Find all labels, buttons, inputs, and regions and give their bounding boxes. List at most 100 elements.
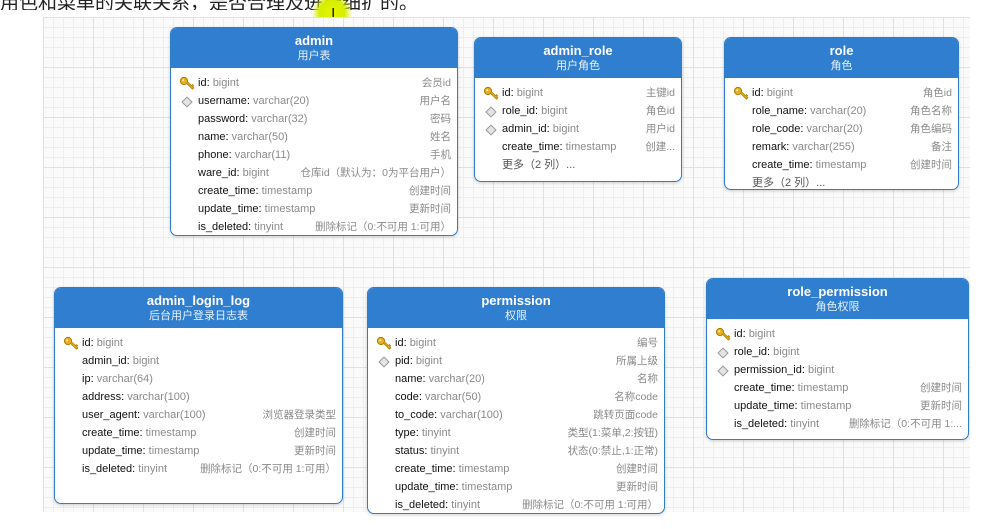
field-row[interactable]: is_deleted: tinyint 删除标记（0:不可用 1:可用）	[368, 496, 664, 513]
field-row[interactable]: ip: varchar(64)	[55, 370, 342, 388]
field-row[interactable]: id: bigint 角色id	[725, 84, 958, 102]
entity-name: admin_login_log	[146, 293, 251, 308]
field-type: bigint	[132, 355, 160, 367]
field-row[interactable]: phone: varchar(11) 手机	[171, 146, 457, 164]
field-row[interactable]: role_name: varchar(20) 角色名称	[725, 102, 958, 120]
field-row[interactable]: ware_id: bigint 仓库id（默认为：0为平台用户）	[171, 164, 457, 182]
field-name: is_deleted	[198, 221, 249, 233]
field-row[interactable]: role_id: bigint 角色id	[475, 102, 681, 120]
field-row[interactable]: create_time: timestamp 创建时间	[55, 424, 342, 442]
field-list: id: bigint 编号 pid: bigint 所属上级 name: varchar…	[368, 328, 664, 513]
field-row[interactable]: type: tinyint 类型(1:菜单,2:按钮)	[368, 424, 664, 442]
field-row[interactable]: admin_id: bigint	[55, 352, 342, 370]
field-row[interactable]: role_id: bigint	[707, 343, 968, 361]
field-row[interactable]: is_deleted: tinyint 删除标记（0:不可用 1:可用）	[55, 460, 342, 478]
field-name: pid	[395, 355, 410, 367]
field-type: varchar(11)	[234, 149, 291, 161]
field-name: create_time	[82, 427, 140, 439]
index-icon	[378, 356, 390, 368]
field-row[interactable]: id: bigint	[55, 334, 342, 352]
entity-permission[interactable]: permission 权限 id: bigint 编号 pid: bigint 所属上级 n…	[367, 287, 665, 514]
field-type: bigint	[552, 123, 580, 135]
field-comment: 角色名称	[910, 105, 952, 117]
entity-header[interactable]: role_permission 角色权限	[707, 279, 968, 319]
field-comment: 删除标记（0:不可用 1:可用）	[522, 499, 658, 511]
entity-admin-login-log[interactable]: admin_login_log 后台用户登录日志表 id: bigint admin_…	[54, 287, 343, 504]
field-comment: 创建时间	[920, 382, 962, 394]
entity-role-permission[interactable]: role_permission 角色权限 id: bigint role_id: bi…	[706, 278, 969, 440]
field-row[interactable]: id: bigint	[707, 325, 968, 343]
field-type: timestamp	[800, 400, 852, 412]
field-row[interactable]: id: bigint 主键id	[475, 84, 681, 102]
field-row[interactable]: update_time: timestamp 更新时间	[707, 397, 968, 415]
field-row[interactable]: id: bigint 编号	[368, 334, 664, 352]
field-row[interactable]: code: varchar(50) 名称code	[368, 388, 664, 406]
entity-header[interactable]: admin_login_log 后台用户登录日志表	[55, 288, 342, 328]
index-icon	[717, 347, 729, 359]
entity-name: admin_role	[543, 43, 613, 58]
field-comment: 用户id	[645, 123, 675, 135]
field-type: tinyint	[451, 499, 481, 511]
entity-role[interactable]: role 角色 id: bigint 角色id role_name: varchar(2…	[724, 37, 959, 190]
field-comment: 删除标记（0:不可用 1:可用）	[315, 221, 451, 233]
field-comment: 更新时间	[616, 481, 658, 493]
field-row[interactable]: user_agent: varchar(100) 浏览器登录类型	[55, 406, 342, 424]
field-row[interactable]: admin_id: bigint 用户id	[475, 120, 681, 138]
entity-admin[interactable]: admin 用户表 id: bigint 会员id username: varchar(…	[170, 27, 458, 236]
entity-header[interactable]: admin_role 用户角色	[475, 38, 681, 78]
field-comment: 删除标记（0:不可用 1:可用）	[200, 463, 336, 475]
field-row[interactable]: permission_id: bigint	[707, 361, 968, 379]
field-type: timestamp	[458, 463, 510, 475]
field-name: type	[395, 427, 416, 439]
more-columns-link[interactable]: 更多（2 列）...	[725, 174, 958, 189]
field-name: name	[395, 373, 423, 385]
primary-key-icon	[483, 86, 499, 100]
field-row[interactable]: create_time: timestamp 创建时间	[368, 460, 664, 478]
field-row[interactable]: status: tinyint 状态(0:禁止,1:正常)	[368, 442, 664, 460]
primary-key-icon	[179, 76, 195, 90]
more-columns-link[interactable]: 更多（2 列）...	[475, 156, 681, 174]
field-type: timestamp	[815, 159, 867, 171]
field-name: create_time	[198, 185, 256, 197]
entity-header[interactable]: role 角色	[725, 38, 958, 78]
field-comment: 创建...	[645, 141, 675, 153]
field-row[interactable]: id: bigint 会员id	[171, 74, 457, 92]
field-row[interactable]: role_code: varchar(20) 角色编码	[725, 120, 958, 138]
field-row[interactable]: is_deleted: tinyint 删除标记（0:不可用 1:...	[707, 415, 968, 433]
field-row[interactable]: pid: bigint 所属上级	[368, 352, 664, 370]
field-row[interactable]: is_deleted: tinyint 删除标记（0:不可用 1:可用）	[171, 218, 457, 235]
entity-header[interactable]: permission 权限	[368, 288, 664, 328]
field-comment: 手机	[430, 149, 451, 161]
index-icon	[181, 96, 193, 108]
field-row[interactable]: password: varchar(32) 密码	[171, 110, 457, 128]
field-row[interactable]: update_time: timestamp 更新时间	[368, 478, 664, 496]
field-type: timestamp	[148, 445, 200, 457]
primary-key-icon	[63, 336, 79, 350]
field-row[interactable]: name: varchar(20) 名称	[368, 370, 664, 388]
field-row[interactable]: remark: varchar(255) 备注	[725, 138, 958, 156]
primary-key-icon	[733, 86, 749, 100]
field-name: create_time	[734, 382, 792, 394]
field-row[interactable]: update_time: timestamp 更新时间	[55, 442, 342, 460]
field-row[interactable]: username: varchar(20) 用户名	[171, 92, 457, 110]
entity-header[interactable]: admin 用户表	[171, 28, 457, 68]
entity-admin-role[interactable]: admin_role 用户角色 id: bigint 主键id role_id: big…	[474, 37, 682, 182]
field-type: bigint	[409, 337, 436, 349]
field-type: timestamp	[145, 427, 197, 439]
field-row[interactable]: address: varchar(100)	[55, 388, 342, 406]
entity-name: admin	[294, 33, 334, 48]
field-row[interactable]: update_time: timestamp 更新时间	[171, 200, 457, 218]
field-row[interactable]: create_time: timestamp 创建...	[475, 138, 681, 156]
field-comment: 角色id	[645, 105, 675, 117]
entity-comment: 角色	[830, 60, 853, 72]
field-name: permission_id	[734, 364, 802, 376]
field-name: remark	[752, 141, 787, 153]
field-row[interactable]: create_time: timestamp 创建时间	[707, 379, 968, 397]
field-row[interactable]: create_time: timestamp 创建时间	[725, 156, 958, 174]
field-comment: 跳转页面code	[593, 409, 658, 421]
field-row[interactable]: create_time: timestamp 创建时间	[171, 182, 457, 200]
field-type: timestamp	[797, 382, 849, 394]
field-row[interactable]: name: varchar(50) 姓名	[171, 128, 457, 146]
field-name: update_time	[395, 481, 456, 493]
field-row[interactable]: to_code: varchar(100) 跳转页面code	[368, 406, 664, 424]
